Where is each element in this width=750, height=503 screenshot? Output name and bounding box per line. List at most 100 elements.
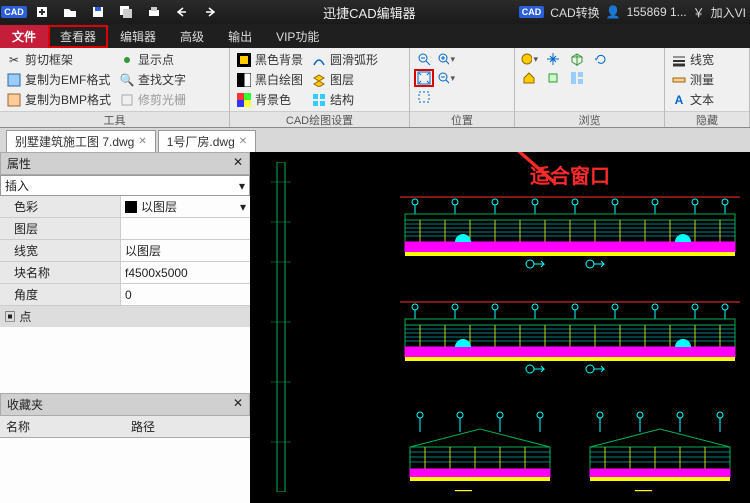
structure-button[interactable]: 结构 [309, 90, 380, 109]
redo-icon[interactable] [200, 3, 220, 21]
bg-color-button[interactable]: 背景色 [234, 90, 305, 109]
menu-advanced[interactable]: 高级 [168, 25, 216, 48]
prop-row-layer[interactable]: 图层 [0, 218, 250, 240]
user-icon: 👤 [606, 5, 621, 19]
show-point-button[interactable]: 显示点 [117, 50, 188, 69]
close-icon[interactable]: ✕ [233, 396, 243, 413]
prop-row-blockname[interactable]: 块名称f4500x5000 [0, 262, 250, 284]
menu-viewer[interactable]: 查看器 [48, 25, 108, 48]
blackbg-icon [236, 52, 252, 68]
ribbon: ✂剪切框架 复制为EMF格式 复制为BMP格式 显示点 🔍查找文字 修剪光栅 工… [0, 48, 750, 128]
cad-elevation-2 [400, 297, 740, 377]
layer-icon [311, 72, 327, 88]
close-icon[interactable]: ✕ [233, 155, 243, 172]
favorites-columns: 名称路径 [0, 416, 250, 438]
palette-icon [236, 92, 252, 108]
close-icon[interactable]: ✕ [138, 136, 146, 147]
svg-text:━━━━: ━━━━ [634, 488, 653, 495]
layer-button[interactable]: 图层 [309, 70, 380, 89]
currency-icon: ￥ [693, 4, 705, 21]
zoom-out-icon[interactable] [436, 69, 456, 87]
menu-file[interactable]: 文件 [0, 25, 48, 48]
annotation-label: 适合窗口 [530, 160, 610, 189]
cad-elevation-1 [400, 192, 740, 272]
home-view-icon[interactable] [519, 69, 539, 87]
save-icon[interactable] [88, 3, 108, 21]
linewidth-icon [671, 52, 687, 68]
color-chip-icon [125, 201, 137, 213]
saveall-icon[interactable] [116, 3, 136, 21]
undo-icon[interactable] [172, 3, 192, 21]
structure-icon [311, 92, 327, 108]
properties-header: 属性✕ [0, 152, 250, 175]
text-button[interactable]: A文本 [669, 90, 716, 109]
zoom-in-icon[interactable] [436, 50, 456, 68]
file-tab[interactable]: 1号厂房.dwg✕ [158, 130, 256, 152]
measure-button[interactable]: 测量 [669, 70, 716, 89]
favorites-header: 收藏夹✕ [0, 393, 250, 416]
bmp-icon [6, 92, 22, 108]
ribbon-group-browse-label: 浏览 [515, 111, 664, 127]
cad-elevation-4: ━━━━ [580, 407, 740, 497]
prop-row-color[interactable]: 色彩以图层▾ [0, 196, 250, 218]
svg-text:━━━━: ━━━━ [454, 488, 473, 495]
ribbon-group-cadset-label: CAD绘图设置 [230, 111, 409, 127]
new-icon[interactable] [32, 3, 52, 21]
point-icon [119, 52, 135, 68]
prop-row-linewidth[interactable]: 线宽以图层 [0, 240, 250, 262]
prop-category-point[interactable]: ▣ 点 [0, 306, 250, 327]
copy-bmp-button[interactable]: 复制为BMP格式 [4, 90, 113, 109]
rotate-icon[interactable] [591, 50, 611, 68]
cad-convert-link[interactable]: CAD转换 [550, 4, 599, 21]
ribbon-group-position-label: 位置 [410, 111, 514, 127]
view3d-icon[interactable] [567, 50, 587, 68]
trim-raster-button[interactable]: 修剪光栅 [117, 90, 188, 109]
find-text-button[interactable]: 🔍查找文字 [117, 70, 188, 89]
print-icon[interactable] [144, 3, 164, 21]
drawing-canvas[interactable]: 适合窗口 [250, 152, 750, 503]
open-icon[interactable] [60, 3, 80, 21]
orbit-icon[interactable] [519, 50, 539, 68]
menu-editor[interactable]: 编辑器 [108, 25, 168, 48]
title-bar: CAD 迅捷CAD编辑器 CAD CAD转换 👤 155869 1... ￥ 加… [0, 0, 750, 24]
cube-icon[interactable] [543, 69, 563, 87]
arc-icon [311, 52, 327, 68]
prop-row-angle[interactable]: 角度0 [0, 284, 250, 306]
ribbon-group-hide-label: 隐藏 [665, 111, 749, 127]
emf-icon [6, 72, 22, 88]
bw-icon [236, 72, 252, 88]
smooth-arc-button[interactable]: 圆滑弧形 [309, 50, 380, 69]
ruler-icon [671, 72, 687, 88]
scissors-icon: ✂ [6, 52, 22, 68]
file-tab-bar: 别墅建筑施工图 7.dwg✕ 1号厂房.dwg✕ [0, 128, 750, 152]
black-bg-button[interactable]: 黑色背景 [234, 50, 305, 69]
line-width-button[interactable]: 线宽 [669, 50, 716, 69]
views-icon[interactable] [567, 69, 587, 87]
close-icon[interactable]: ✕ [239, 136, 247, 147]
properties-panel: 属性✕ 插入▾ 色彩以图层▾ 图层 线宽以图层 块名称f4500x5000 角度… [0, 152, 250, 503]
chevron-down-icon: ▾ [239, 179, 245, 193]
pan-icon[interactable] [543, 50, 563, 68]
cad-badge-icon: CAD [519, 6, 545, 18]
menu-bar: 文件 查看器 编辑器 高级 输出 VIP功能 [0, 24, 750, 48]
cad-section-strip [265, 162, 300, 492]
menu-vip[interactable]: VIP功能 [264, 25, 331, 48]
fit-window-icon[interactable] [414, 69, 434, 87]
chevron-down-icon: ▾ [240, 200, 246, 214]
menu-output[interactable]: 输出 [216, 25, 264, 48]
text-icon: A [671, 92, 687, 108]
app-icon: CAD [4, 3, 24, 21]
ribbon-group-tools-label: 工具 [0, 111, 229, 127]
cad-elevation-3: ━━━━ [400, 407, 560, 497]
zoom-back-icon[interactable] [414, 50, 434, 68]
insert-combo[interactable]: 插入▾ [0, 175, 250, 196]
bw-draw-button[interactable]: 黑白绘图 [234, 70, 305, 89]
join-vip-link[interactable]: 加入VI [711, 4, 746, 21]
trim-icon [119, 92, 135, 108]
crop-frame-button[interactable]: ✂剪切框架 [4, 50, 113, 69]
file-tab[interactable]: 别墅建筑施工图 7.dwg✕ [6, 130, 156, 152]
copy-emf-button[interactable]: 复制为EMF格式 [4, 70, 113, 89]
user-label[interactable]: 155869 1... [627, 5, 687, 19]
zoom-region-icon[interactable] [414, 88, 434, 106]
search-icon: 🔍 [119, 72, 135, 88]
